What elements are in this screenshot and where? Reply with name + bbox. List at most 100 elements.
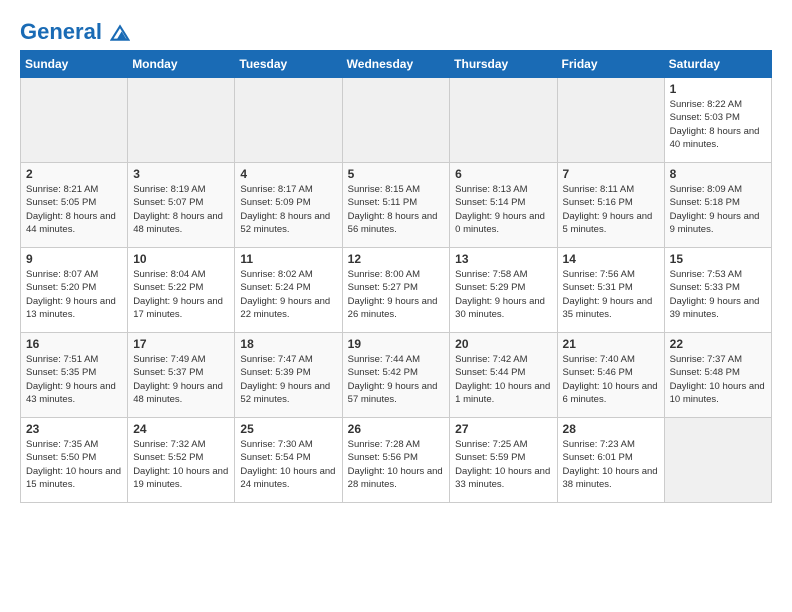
day-number: 7 <box>563 167 659 181</box>
day-number: 3 <box>133 167 229 181</box>
day-number: 27 <box>455 422 551 436</box>
calendar-cell <box>235 78 342 163</box>
calendar-header: SundayMondayTuesdayWednesdayThursdayFrid… <box>21 51 772 78</box>
calendar-cell <box>557 78 664 163</box>
calendar-week: 1 Sunrise: 8:22 AM Sunset: 5:03 PM Daylig… <box>21 78 772 163</box>
weekday-header: Saturday <box>664 51 771 78</box>
calendar-cell: 18 Sunrise: 7:47 AM Sunset: 5:39 PM Dayli… <box>235 333 342 418</box>
day-number: 21 <box>563 337 659 351</box>
weekday-header: Thursday <box>450 51 557 78</box>
calendar-cell: 6 Sunrise: 8:13 AM Sunset: 5:14 PM Daylig… <box>450 163 557 248</box>
calendar-cell: 27 Sunrise: 7:25 AM Sunset: 5:59 PM Dayli… <box>450 418 557 503</box>
calendar-cell: 19 Sunrise: 7:44 AM Sunset: 5:42 PM Dayli… <box>342 333 450 418</box>
calendar-cell: 25 Sunrise: 7:30 AM Sunset: 5:54 PM Dayli… <box>235 418 342 503</box>
day-info: Sunrise: 8:04 AM Sunset: 5:22 PM Dayligh… <box>133 268 229 321</box>
calendar-cell: 16 Sunrise: 7:51 AM Sunset: 5:35 PM Dayli… <box>21 333 128 418</box>
day-number: 24 <box>133 422 229 436</box>
day-info: Sunrise: 7:53 AM Sunset: 5:33 PM Dayligh… <box>670 268 766 321</box>
day-number: 20 <box>455 337 551 351</box>
day-number: 6 <box>455 167 551 181</box>
day-number: 22 <box>670 337 766 351</box>
calendar-cell: 1 Sunrise: 8:22 AM Sunset: 5:03 PM Daylig… <box>664 78 771 163</box>
day-info: Sunrise: 7:51 AM Sunset: 5:35 PM Dayligh… <box>26 353 122 406</box>
day-info: Sunrise: 7:49 AM Sunset: 5:37 PM Dayligh… <box>133 353 229 406</box>
weekday-header: Friday <box>557 51 664 78</box>
day-number: 8 <box>670 167 766 181</box>
calendar-cell: 23 Sunrise: 7:35 AM Sunset: 5:50 PM Dayli… <box>21 418 128 503</box>
calendar-cell: 28 Sunrise: 7:23 AM Sunset: 6:01 PM Dayli… <box>557 418 664 503</box>
calendar-cell: 12 Sunrise: 8:00 AM Sunset: 5:27 PM Dayli… <box>342 248 450 333</box>
calendar-cell: 10 Sunrise: 8:04 AM Sunset: 5:22 PM Dayli… <box>128 248 235 333</box>
day-info: Sunrise: 8:21 AM Sunset: 5:05 PM Dayligh… <box>26 183 122 236</box>
day-info: Sunrise: 8:22 AM Sunset: 5:03 PM Dayligh… <box>670 98 766 151</box>
calendar-cell <box>128 78 235 163</box>
calendar-week: 23 Sunrise: 7:35 AM Sunset: 5:50 PM Dayli… <box>21 418 772 503</box>
logo: General <box>20 20 130 40</box>
day-number: 15 <box>670 252 766 266</box>
day-number: 18 <box>240 337 336 351</box>
day-number: 16 <box>26 337 122 351</box>
day-number: 1 <box>670 82 766 96</box>
day-info: Sunrise: 8:02 AM Sunset: 5:24 PM Dayligh… <box>240 268 336 321</box>
calendar-cell: 21 Sunrise: 7:40 AM Sunset: 5:46 PM Dayli… <box>557 333 664 418</box>
day-number: 14 <box>563 252 659 266</box>
calendar-cell <box>664 418 771 503</box>
weekday-header: Sunday <box>21 51 128 78</box>
day-info: Sunrise: 7:44 AM Sunset: 5:42 PM Dayligh… <box>348 353 445 406</box>
day-info: Sunrise: 8:13 AM Sunset: 5:14 PM Dayligh… <box>455 183 551 236</box>
calendar-cell: 2 Sunrise: 8:21 AM Sunset: 5:05 PM Daylig… <box>21 163 128 248</box>
day-info: Sunrise: 8:09 AM Sunset: 5:18 PM Dayligh… <box>670 183 766 236</box>
day-info: Sunrise: 7:47 AM Sunset: 5:39 PM Dayligh… <box>240 353 336 406</box>
day-number: 26 <box>348 422 445 436</box>
day-number: 19 <box>348 337 445 351</box>
day-info: Sunrise: 8:15 AM Sunset: 5:11 PM Dayligh… <box>348 183 445 236</box>
weekday-header: Monday <box>128 51 235 78</box>
day-number: 28 <box>563 422 659 436</box>
calendar-cell: 4 Sunrise: 8:17 AM Sunset: 5:09 PM Daylig… <box>235 163 342 248</box>
day-number: 2 <box>26 167 122 181</box>
calendar-cell <box>342 78 450 163</box>
day-info: Sunrise: 8:11 AM Sunset: 5:16 PM Dayligh… <box>563 183 659 236</box>
calendar-cell: 5 Sunrise: 8:15 AM Sunset: 5:11 PM Daylig… <box>342 163 450 248</box>
calendar-cell: 17Sunrise: 7:49 AM Sunset: 5:37 PM Dayli… <box>128 333 235 418</box>
calendar: SundayMondayTuesdayWednesdayThursdayFrid… <box>20 50 772 503</box>
calendar-cell: 15 Sunrise: 7:53 AM Sunset: 5:33 PM Dayli… <box>664 248 771 333</box>
calendar-cell: 3 Sunrise: 8:19 AM Sunset: 5:07 PM Daylig… <box>128 163 235 248</box>
day-info: Sunrise: 8:19 AM Sunset: 5:07 PM Dayligh… <box>133 183 229 236</box>
day-number: 13 <box>455 252 551 266</box>
calendar-cell: 22 Sunrise: 7:37 AM Sunset: 5:48 PM Dayli… <box>664 333 771 418</box>
day-number: 10 <box>133 252 229 266</box>
calendar-cell: 20 Sunrise: 7:42 AM Sunset: 5:44 PM Dayli… <box>450 333 557 418</box>
day-info: Sunrise: 7:42 AM Sunset: 5:44 PM Dayligh… <box>455 353 551 406</box>
day-info: Sunrise: 8:17 AM Sunset: 5:09 PM Dayligh… <box>240 183 336 236</box>
day-info: Sunrise: 7:25 AM Sunset: 5:59 PM Dayligh… <box>455 438 551 491</box>
day-number: 5 <box>348 167 445 181</box>
page-header: General <box>20 20 772 40</box>
calendar-week: 9 Sunrise: 8:07 AM Sunset: 5:20 PM Daylig… <box>21 248 772 333</box>
day-info: Sunrise: 7:58 AM Sunset: 5:29 PM Dayligh… <box>455 268 551 321</box>
weekday-header: Wednesday <box>342 51 450 78</box>
day-info: Sunrise: 7:23 AM Sunset: 6:01 PM Dayligh… <box>563 438 659 491</box>
day-number: 23 <box>26 422 122 436</box>
logo-text: General <box>20 20 130 44</box>
calendar-cell <box>450 78 557 163</box>
day-info: Sunrise: 8:00 AM Sunset: 5:27 PM Dayligh… <box>348 268 445 321</box>
weekday-header: Tuesday <box>235 51 342 78</box>
day-info: Sunrise: 7:40 AM Sunset: 5:46 PM Dayligh… <box>563 353 659 406</box>
calendar-week: 16 Sunrise: 7:51 AM Sunset: 5:35 PM Dayli… <box>21 333 772 418</box>
day-number: 11 <box>240 252 336 266</box>
calendar-cell: 11 Sunrise: 8:02 AM Sunset: 5:24 PM Dayli… <box>235 248 342 333</box>
day-info: Sunrise: 7:56 AM Sunset: 5:31 PM Dayligh… <box>563 268 659 321</box>
calendar-cell: 14 Sunrise: 7:56 AM Sunset: 5:31 PM Dayli… <box>557 248 664 333</box>
calendar-cell: 24 Sunrise: 7:32 AM Sunset: 5:52 PM Dayli… <box>128 418 235 503</box>
day-info: Sunrise: 7:32 AM Sunset: 5:52 PM Dayligh… <box>133 438 229 491</box>
day-info: Sunrise: 7:37 AM Sunset: 5:48 PM Dayligh… <box>670 353 766 406</box>
day-number: 9 <box>26 252 122 266</box>
day-number: 12 <box>348 252 445 266</box>
logo-icon <box>110 23 130 43</box>
day-info: Sunrise: 8:07 AM Sunset: 5:20 PM Dayligh… <box>26 268 122 321</box>
day-info: Sunrise: 7:30 AM Sunset: 5:54 PM Dayligh… <box>240 438 336 491</box>
day-info: Sunrise: 7:35 AM Sunset: 5:50 PM Dayligh… <box>26 438 122 491</box>
day-number: 4 <box>240 167 336 181</box>
day-number: 25 <box>240 422 336 436</box>
